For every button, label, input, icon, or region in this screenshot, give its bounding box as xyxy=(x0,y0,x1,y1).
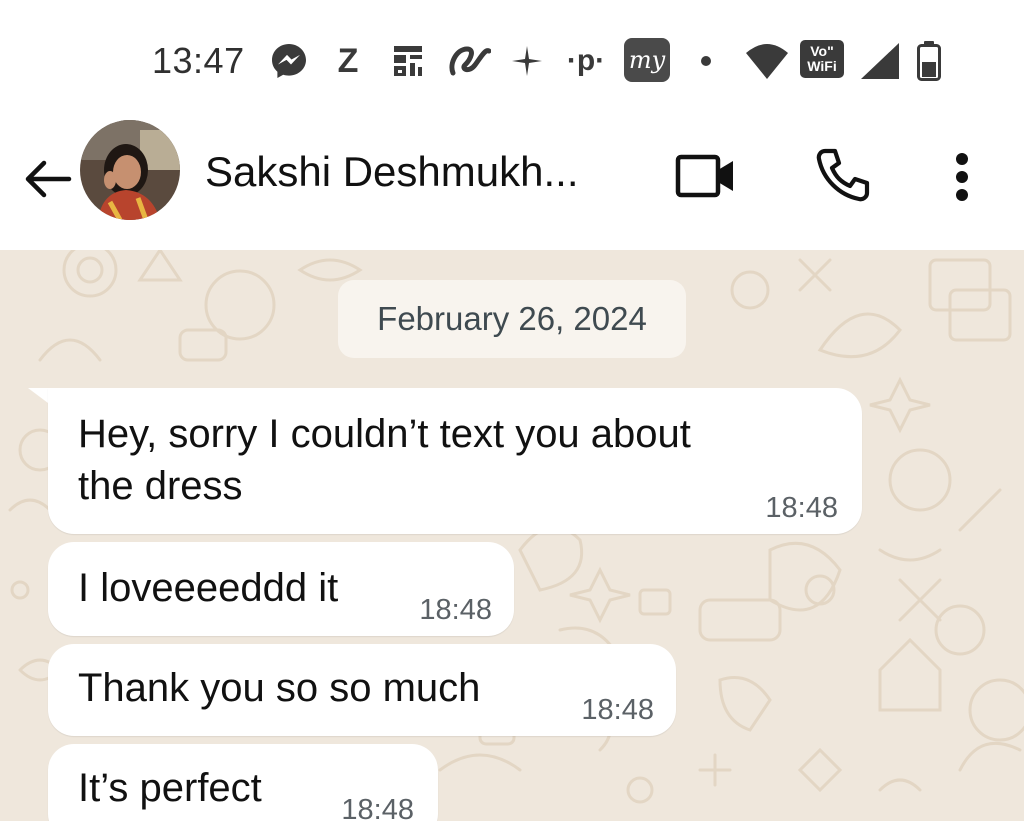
signal-icon xyxy=(858,40,902,82)
message-bubble[interactable]: Thank you so so much 18:48 xyxy=(48,644,676,736)
messenger-icon xyxy=(268,40,310,82)
more-vertical-icon xyxy=(956,153,968,201)
vowifi-icon: Vo" WiFi xyxy=(800,40,844,78)
avatar-photo-icon xyxy=(80,120,180,220)
message-time: 18:48 xyxy=(341,794,414,821)
message-bubble[interactable]: Hey, sorry I couldn’t text you about the… xyxy=(48,388,862,534)
video-call-button[interactable] xyxy=(672,146,740,206)
wifi-icon xyxy=(744,40,790,82)
date-chip: February 26, 2024 xyxy=(338,280,686,358)
chat-area[interactable]: February 26, 2024 Hey, sorry I couldn’t … xyxy=(0,250,1024,821)
qr-app-icon xyxy=(388,40,428,82)
message-text: I loveeeeddd it xyxy=(78,566,339,610)
back-button[interactable] xyxy=(18,150,76,208)
message-text: It’s perfect xyxy=(78,766,262,810)
vowifi-label-bottom: WiFi xyxy=(807,58,837,74)
message-text: Thank you so so much xyxy=(78,666,481,710)
phone-icon xyxy=(816,148,870,202)
status-time: 13:47 xyxy=(152,40,245,81)
sparkle-icon xyxy=(508,40,546,82)
contact-name[interactable]: Sakshi Deshmukh... xyxy=(205,148,579,196)
status-bar: 13:47 Z ·p· my Vo" WiFi xyxy=(0,0,1024,110)
vowifi-label-top: Vo" xyxy=(810,43,834,59)
message-text-line: the dress xyxy=(78,464,243,508)
dot-icon xyxy=(696,40,716,82)
message-bubble[interactable]: It’s perfect 18:48 xyxy=(48,744,438,821)
app-swirl-icon xyxy=(446,40,492,82)
contact-avatar[interactable] xyxy=(80,120,180,220)
more-options-button[interactable] xyxy=(942,144,982,210)
voice-call-button[interactable] xyxy=(812,144,874,206)
chat-header: Sakshi Deshmukh... xyxy=(0,110,1024,250)
message-time: 18:48 xyxy=(765,492,838,524)
battery-icon xyxy=(914,40,944,82)
message-time: 18:48 xyxy=(581,694,654,726)
video-camera-icon xyxy=(675,154,733,198)
message-bubble[interactable]: I loveeeeddd it 18:48 xyxy=(48,542,514,636)
message-text-line: Hey, sorry I couldn’t text you about xyxy=(78,412,691,456)
phonepe-icon: ·p· xyxy=(566,44,606,77)
my-app-icon: my xyxy=(624,38,670,82)
message-time: 18:48 xyxy=(419,594,492,626)
z-icon: Z xyxy=(337,41,359,80)
arrow-left-icon xyxy=(25,160,72,198)
